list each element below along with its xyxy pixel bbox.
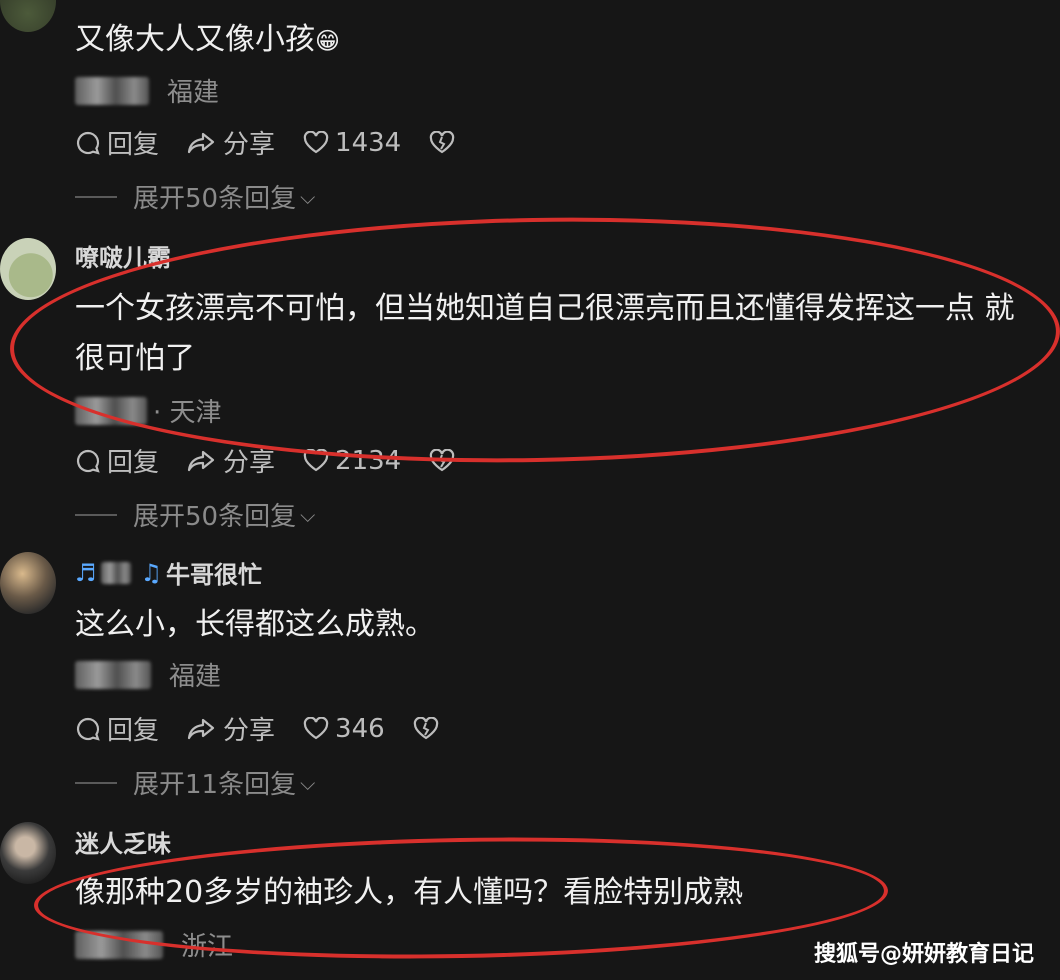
share-arrow-icon: [187, 132, 215, 153]
blurred-time: [75, 930, 163, 959]
broken-heart-icon: [430, 448, 455, 471]
expand-replies-button[interactable]: 展开11条回复 ⌵: [75, 764, 315, 801]
comment-text: 像那种20多岁的袖珍人，有人懂吗？看脸特别成熟: [75, 875, 744, 910]
comment-meta: 福建: [75, 656, 221, 693]
comment-meta: 浙江: [75, 926, 233, 963]
comment-meta: 福建: [75, 72, 219, 109]
heart-icon: [303, 448, 329, 471]
dislike-button[interactable]: [429, 448, 461, 473]
comment-actions: 回复 分享 1434: [75, 124, 489, 161]
share-arrow-icon: [187, 450, 215, 471]
share-button[interactable]: 分享: [187, 710, 275, 747]
reply-button[interactable]: 回复: [75, 124, 159, 161]
divider: [75, 781, 117, 784]
location: 福建: [167, 78, 220, 108]
chevron-down-icon: ⌵: [300, 770, 316, 795]
comment-actions: 回复 分享 346: [75, 710, 473, 747]
comment-text: 一个女孩漂亮不可怕，但当她知道自己很漂亮而且还懂得发挥这一点 就很可怕了: [75, 291, 1015, 376]
dislike-button[interactable]: [413, 716, 445, 741]
reply-bubble-icon: [76, 131, 100, 155]
comment-text: 又像大人又像小孩😁: [75, 22, 341, 57]
blurred-time: [75, 396, 147, 425]
share-arrow-icon: [187, 718, 215, 739]
like-button[interactable]: 2134: [303, 446, 401, 476]
heart-icon: [303, 716, 329, 739]
dislike-button[interactable]: [429, 130, 461, 155]
watermark: 搜狐号@妍妍教育日记: [813, 942, 1034, 967]
share-button[interactable]: 分享: [187, 124, 275, 161]
share-button[interactable]: 分享: [187, 442, 275, 479]
divider: [75, 195, 117, 198]
comment-actions: 回复 分享 2134: [75, 442, 489, 479]
location: 浙江: [181, 932, 234, 962]
avatar[interactable]: [0, 822, 56, 884]
expand-replies-button[interactable]: 展开50条回复 ⌵: [75, 496, 315, 533]
username[interactable]: ♬ ♫ 牛哥很忙: [75, 555, 262, 590]
broken-heart-icon: [413, 716, 438, 739]
blurred-time: [75, 76, 149, 105]
comment-text: 这么小，长得都这么成熟。: [75, 607, 435, 642]
location: 福建: [169, 662, 222, 692]
location: · 天津: [153, 398, 222, 428]
reply-bubble-icon: [76, 717, 100, 741]
like-button[interactable]: 346: [303, 714, 385, 744]
username[interactable]: 嘹啵儿霸: [75, 238, 171, 273]
reply-button[interactable]: 回复: [75, 710, 159, 747]
avatar[interactable]: [0, 238, 56, 300]
avatar[interactable]: [0, 552, 56, 614]
heart-icon: [303, 130, 329, 153]
music-note-icon: ♬: [75, 558, 97, 587]
chevron-down-icon: ⌵: [300, 184, 316, 209]
broken-heart-icon: [430, 130, 455, 153]
like-button[interactable]: 1434: [303, 128, 401, 158]
grin-emoji-icon: 😁: [315, 27, 341, 55]
chevron-down-icon: ⌵: [300, 502, 316, 527]
blurred-badge: [100, 561, 131, 584]
username[interactable]: 迷人乏味: [75, 824, 171, 859]
reply-bubble-icon: [76, 449, 100, 473]
music-note-icon: ♫: [140, 558, 163, 587]
avatar[interactable]: [0, 0, 56, 32]
comment-meta: · 天津: [75, 392, 222, 429]
expand-replies-button[interactable]: 展开50条回复 ⌵: [75, 178, 315, 215]
reply-button[interactable]: 回复: [75, 442, 159, 479]
divider: [75, 513, 117, 516]
blurred-time: [75, 660, 151, 689]
